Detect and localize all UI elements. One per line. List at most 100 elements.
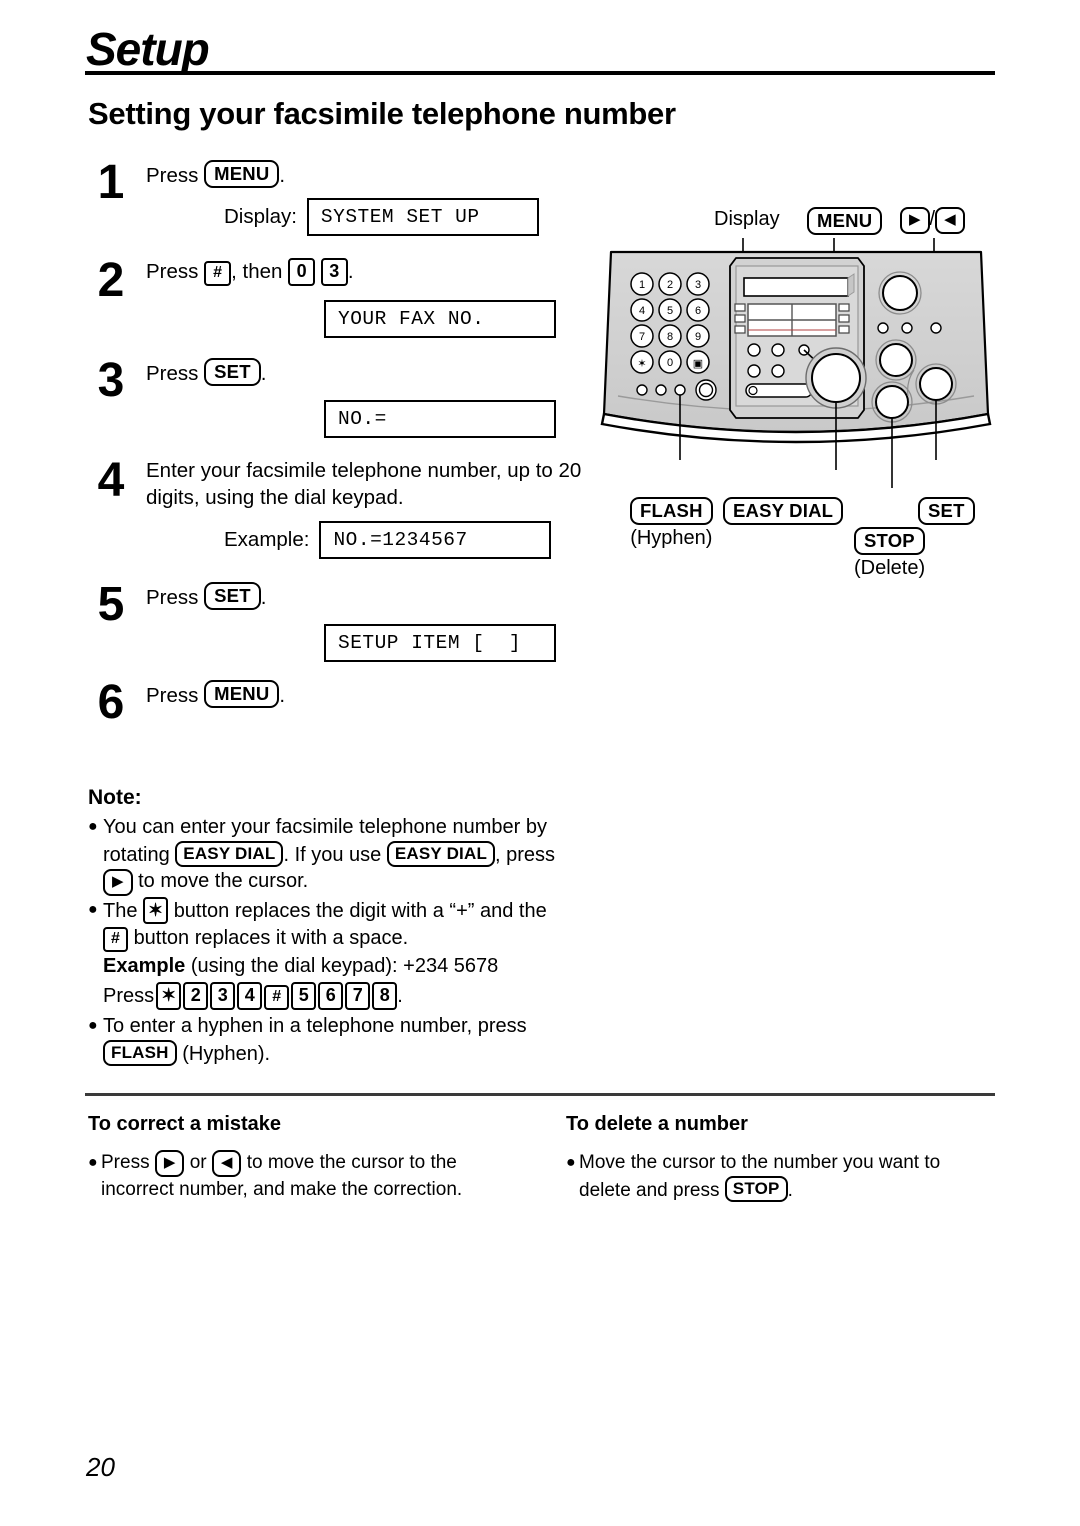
delete-body: ● Move the cursor to the number you want … <box>566 1150 986 1203</box>
example-label: Example <box>103 954 186 977</box>
keypad-key[interactable]: 3 <box>210 982 236 1010</box>
keypad-key[interactable]: # <box>264 985 290 1011</box>
page-title: Setting your facsimile telephone number <box>88 96 676 131</box>
correct-heading: To correct a mistake <box>88 1113 282 1135</box>
device-illustration: Display MENU ▶ / ◀ 1 2 3 4 5 6 7 8 9 ✶ 0… <box>596 200 996 580</box>
note-heading: Note: <box>88 786 142 809</box>
callout-flash-sub: (Hyphen) <box>630 527 713 550</box>
set-button[interactable]: SET <box>918 497 975 526</box>
right-arrow-key[interactable]: ▶ <box>103 869 133 896</box>
delete-number-section: To delete a number ● Move the cursor to t… <box>566 1113 986 1203</box>
left-arrow-key[interactable]: ◀ <box>935 207 965 234</box>
step-2: 2 Press #, then 0 3. YOUR FAX NO. <box>84 254 584 354</box>
press-key-sequence: ✶ 2 3 4 #5 6 7 8 <box>154 982 398 1011</box>
keypad-key[interactable]: 6 <box>318 982 344 1010</box>
bullet-icon: ● <box>88 1154 98 1171</box>
press-label: Press <box>103 985 155 1008</box>
svg-text:6: 6 <box>695 305 701 317</box>
svg-text:8: 8 <box>667 331 673 343</box>
callout-flash: FLASH (Hyphen) <box>630 497 713 550</box>
keypad-key[interactable]: 5 <box>291 982 317 1010</box>
stop-button[interactable]: STOP <box>854 527 925 556</box>
right-arrow-key[interactable]: ▶ <box>154 1150 185 1177</box>
lcd-readout: SYSTEM SET UP <box>306 197 539 236</box>
note-1-line-a: You can enter your facsimile telephone n… <box>103 816 547 838</box>
note-2-post: button replaces it with a space. <box>133 926 409 949</box>
step-6: 6 Press MENU. <box>84 676 584 738</box>
menu-button[interactable]: MENU <box>204 160 280 189</box>
menu-button[interactable]: MENU <box>204 680 280 709</box>
note-2-pre: The <box>103 899 138 922</box>
step-number: 6 <box>97 676 125 729</box>
right-arrow-key[interactable]: ▶ <box>900 207 930 234</box>
keypad-key[interactable]: 7 <box>345 982 371 1010</box>
three-key[interactable]: 3 <box>320 258 348 286</box>
lcd-readout: NO.=1234567 <box>319 521 552 560</box>
step-3-period: . <box>260 362 267 385</box>
set-button[interactable]: SET <box>204 358 261 387</box>
step-3-text-before: Press <box>146 362 199 385</box>
set-button[interactable]: SET <box>204 582 261 611</box>
example-label: Example: <box>224 528 310 552</box>
step-number: 5 <box>97 578 125 631</box>
easy-dial-button[interactable]: EASY DIAL <box>386 840 496 867</box>
svg-text:✶: ✶ <box>637 358 646 370</box>
svg-text:4: 4 <box>639 305 645 317</box>
svg-text:3: 3 <box>695 279 701 291</box>
correct-body: ● Press ▶ or ◀ to move the cursor to the … <box>88 1150 508 1202</box>
step-6-period: . <box>279 684 286 707</box>
hash-key[interactable]: # <box>103 926 128 952</box>
svg-text:9: 9 <box>695 331 701 343</box>
note-3-b: (Hyphen). <box>182 1042 271 1065</box>
zero-key[interactable]: 0 <box>288 258 316 286</box>
flash-button[interactable]: FLASH <box>103 1039 177 1066</box>
menu-button[interactable]: MENU <box>807 207 883 236</box>
bullet-icon: ● <box>88 900 98 918</box>
svg-text:0: 0 <box>667 357 673 369</box>
example-text: (using the dial keypad): +234 5678 <box>190 954 499 977</box>
keypad-key[interactable]: ✶ <box>156 982 182 1010</box>
svg-text:1: 1 <box>639 279 645 291</box>
correct-mid: or <box>189 1152 207 1173</box>
header-divider <box>85 71 995 75</box>
step-5-period: . <box>260 586 267 609</box>
step-5: 5 Press SET. SETUP ITEM [ ] <box>84 578 584 674</box>
callout-set: SET <box>918 497 975 526</box>
flash-button[interactable]: FLASH <box>630 497 713 526</box>
step-number: 4 <box>97 454 125 507</box>
step-2-period: . <box>347 260 354 283</box>
keypad-key[interactable]: 8 <box>372 982 398 1010</box>
callout-stop: STOP (Delete) <box>854 527 925 580</box>
lcd-readout: NO.= <box>324 399 556 438</box>
delete-heading: To delete a number <box>566 1113 748 1135</box>
step-2-text-mid: , then <box>231 260 283 283</box>
bullet-icon: ● <box>88 818 98 835</box>
callout-arrows: ▶ / ◀ <box>900 207 965 234</box>
note-1-post2: to move the cursor. <box>138 870 309 893</box>
step-number: 2 <box>97 254 125 307</box>
note-example-line: Example (using the dial keypad): +234 56… <box>88 953 588 980</box>
svg-text:2: 2 <box>667 279 673 291</box>
note-item-2: ● The ✶ button replaces the digit with a… <box>88 896 588 952</box>
svg-text:7: 7 <box>639 331 645 343</box>
step-4-instruction: Enter your facsimile telephone number, u… <box>146 459 582 509</box>
note-item-3: ● To enter a hyphen in a telephone numbe… <box>88 1013 588 1067</box>
step-3: 3 Press SET. NO.= <box>84 357 584 450</box>
note-2-mid: button replaces the digit with a “+” and… <box>173 899 547 922</box>
section-divider <box>85 1093 995 1096</box>
note-item-1: ● You can enter your facsimile telephone… <box>88 814 588 896</box>
page-number: 20 <box>86 1452 115 1482</box>
step-5-text-before: Press <box>146 586 199 609</box>
manual-page: Setup Setting your facsimile telephone n… <box>0 0 1080 1526</box>
keypad-key[interactable]: 4 <box>237 982 263 1010</box>
hash-key[interactable]: # <box>204 261 232 286</box>
stop-button[interactable]: STOP <box>724 1175 788 1202</box>
left-arrow-key[interactable]: ◀ <box>211 1150 242 1177</box>
asterisk-key[interactable]: ✶ <box>143 896 169 925</box>
svg-text:▣: ▣ <box>693 358 703 370</box>
callout-display-label: Display <box>714 208 780 230</box>
easy-dial-button[interactable]: EASY DIAL <box>723 497 844 526</box>
easy-dial-button[interactable]: EASY DIAL <box>175 840 284 867</box>
note-section: Note: ● You can enter your facsimile tel… <box>88 786 588 1068</box>
keypad-key[interactable]: 2 <box>183 982 209 1010</box>
